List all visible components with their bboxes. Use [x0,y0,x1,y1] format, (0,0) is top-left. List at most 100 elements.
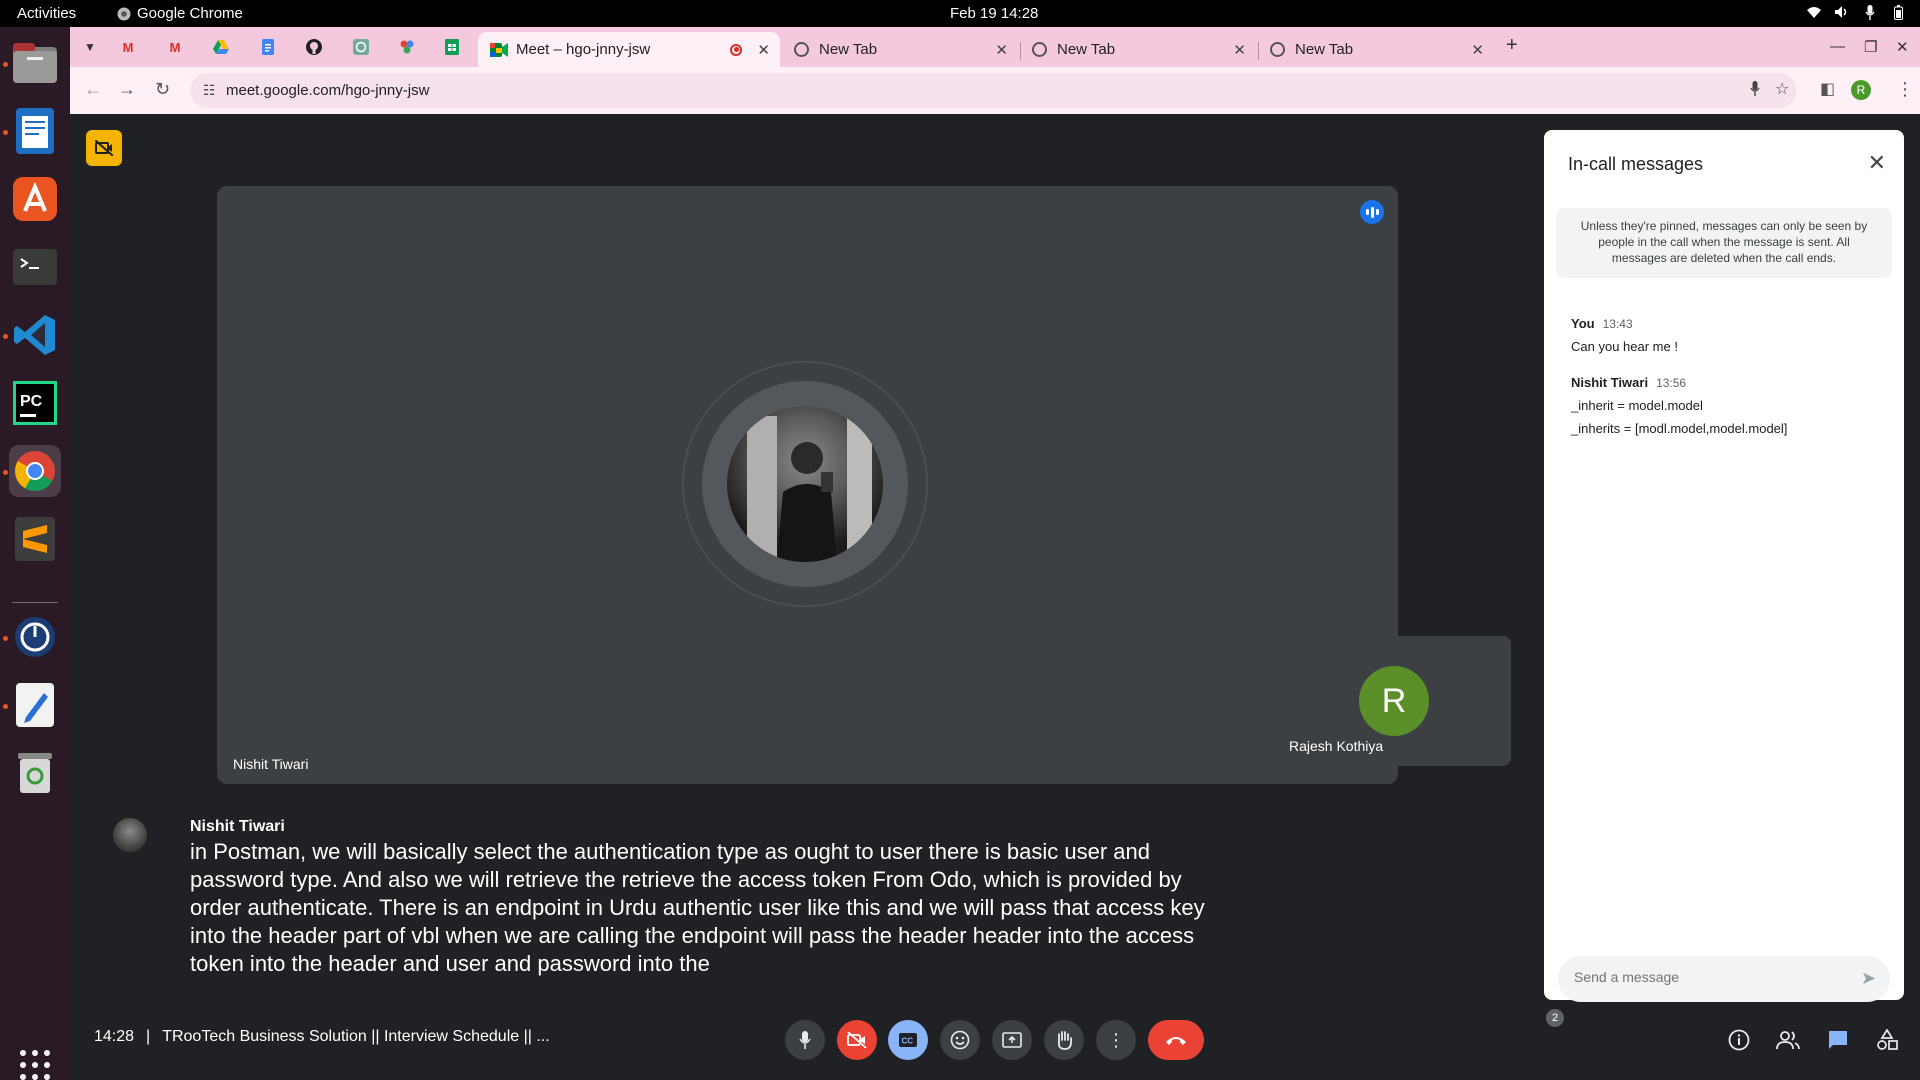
more-options-button[interactable]: ⋮ [1096,1020,1136,1060]
chat-button[interactable] [1825,1027,1851,1053]
chat-message: You 13:43 Can you hear me ! [1571,316,1678,354]
activities-button[interactable]: Activities [17,5,76,22]
clock[interactable]: Feb 19 14:28 [950,5,1038,22]
live-caption-text: in Postman, we will basically select the… [190,839,1205,976]
chatgpt-tab-icon[interactable] [351,37,371,57]
svg-text:CC: CC [902,1037,914,1046]
battery-icon [1890,4,1906,20]
drive-tab-icon[interactable] [211,37,231,57]
profile-avatar[interactable]: R [1851,80,1871,100]
meeting-details: 14:28 | TRooTech Business Solution || In… [94,1028,550,1046]
captions-button[interactable]: CC [888,1020,928,1060]
reload-icon[interactable]: ↻ [155,79,170,100]
trash-icon[interactable] [9,747,61,799]
mic-icon[interactable] [1750,81,1760,101]
sheets-tab-icon[interactable] [442,37,462,57]
leave-call-button[interactable] [1148,1020,1204,1060]
host-controls-icon[interactable] [86,130,122,166]
system-tray[interactable] [1806,4,1906,20]
writer-icon[interactable] [9,105,61,157]
docs-tab-icon[interactable] [258,37,278,57]
url-text[interactable]: meet.google.com/hgo-jnny-jsw [226,82,429,99]
panel-title: In-call messages [1568,154,1704,174]
reactions-button[interactable] [940,1020,980,1060]
tab-title: New Tab [819,41,878,58]
tab-new-tab[interactable]: New Tab ✕ [1258,32,1494,67]
main-video-tile[interactable]: Nishit Tiwari [217,186,1398,784]
raise-hand-button[interactable] [1044,1020,1084,1060]
new-tab-button[interactable]: + [1506,34,1518,57]
chat-notice: Unless they're pinned, messages can only… [1556,208,1892,278]
vscode-icon[interactable] [9,309,61,361]
running-indicator [3,704,8,709]
svg-text:PC: PC [20,393,43,410]
mic-icon [799,1031,811,1049]
camera-off-button[interactable] [837,1020,877,1060]
close-tab-icon[interactable]: ✕ [1471,41,1484,59]
microphone-button[interactable] [785,1020,825,1060]
app-name: Google Chrome [137,5,243,22]
message-text: _inherit = model.model [1571,398,1703,413]
volume-icon [1834,4,1850,20]
tab-meet[interactable]: Meet – hgo-jnny-jsw ✕ [478,32,780,67]
side-panel-icon[interactable]: ◧ [1820,79,1835,99]
message-sender: Nishit Tiwari [1571,375,1649,390]
chrome-icon [1032,42,1047,57]
chrome-icon [117,7,131,20]
ubuntu-dock: PC [0,27,70,1080]
message-time: 13:43 [1602,317,1633,331]
tab-new-tab[interactable]: New Tab ✕ [1020,32,1256,67]
site-info-icon[interactable]: ☷ [203,82,216,99]
gmail-tab-icon[interactable]: M [165,37,185,57]
present-icon [1002,1032,1022,1048]
github-tab-icon[interactable] [304,37,324,57]
text-editor-icon[interactable] [9,679,61,731]
close-tab-icon[interactable]: ✕ [995,41,1008,59]
info-icon [1728,1029,1750,1051]
close-tab-icon[interactable]: ✕ [1233,41,1246,59]
app-center-icon[interactable] [9,173,61,225]
avatar: R [1359,666,1429,736]
self-video-tile[interactable]: R Rajesh Kothiya [1277,636,1511,766]
send-message-input[interactable] [1574,969,1834,985]
avatar [727,406,883,562]
chrome-icon [1270,42,1285,57]
close-icon[interactable]: ✕ [1868,150,1886,176]
bookmark-star-icon[interactable]: ☆ [1775,79,1789,99]
minimize-icon[interactable]: — [1830,38,1845,55]
gmail-tab-icon[interactable]: M [118,37,138,57]
running-indicator [3,470,8,475]
address-bar[interactable]: ☷ meet.google.com/hgo-jnny-jsw ☆ [190,73,1796,108]
close-tab-icon[interactable]: ✕ [757,41,770,59]
activities-button[interactable] [1874,1027,1900,1053]
app-menu[interactable]: Google Chrome [117,5,243,22]
hand-icon [1057,1031,1072,1050]
present-screen-button[interactable] [992,1020,1032,1060]
terminal-icon[interactable] [9,241,61,293]
meet-tab-icon [490,42,508,57]
timer-icon[interactable] [9,611,61,663]
running-indicator [3,636,8,641]
tab-title: New Tab [1295,41,1354,58]
close-window-icon[interactable]: ✕ [1896,38,1909,56]
tab-new-tab[interactable]: New Tab ✕ [782,32,1018,67]
caption-speaker-name: Nishit Tiwari [190,818,285,835]
meeting-info-button[interactable] [1726,1027,1752,1053]
forward-icon[interactable]: → [118,79,136,100]
chrome-icon [794,42,809,57]
send-icon[interactable]: ➤ [1861,968,1876,989]
pycharm-icon[interactable]: PC [9,377,61,429]
tab-search-icon[interactable]: ▼ [80,37,100,57]
message-text: Can you hear me ! [1571,339,1678,354]
app-tab-icon[interactable] [397,37,417,57]
back-icon[interactable]: ← [84,79,102,100]
restore-icon[interactable]: ❐ [1864,38,1877,56]
show-apps-icon[interactable] [20,1050,50,1080]
message-time: 13:56 [1656,376,1687,390]
files-icon[interactable] [9,37,61,89]
menu-icon[interactable]: ⋮ [1896,79,1914,100]
people-button[interactable] [1775,1027,1801,1053]
sublime-text-icon[interactable] [9,513,61,565]
chrome-icon[interactable] [9,445,61,497]
participant-name: Rajesh Kothiya [1289,738,1384,754]
